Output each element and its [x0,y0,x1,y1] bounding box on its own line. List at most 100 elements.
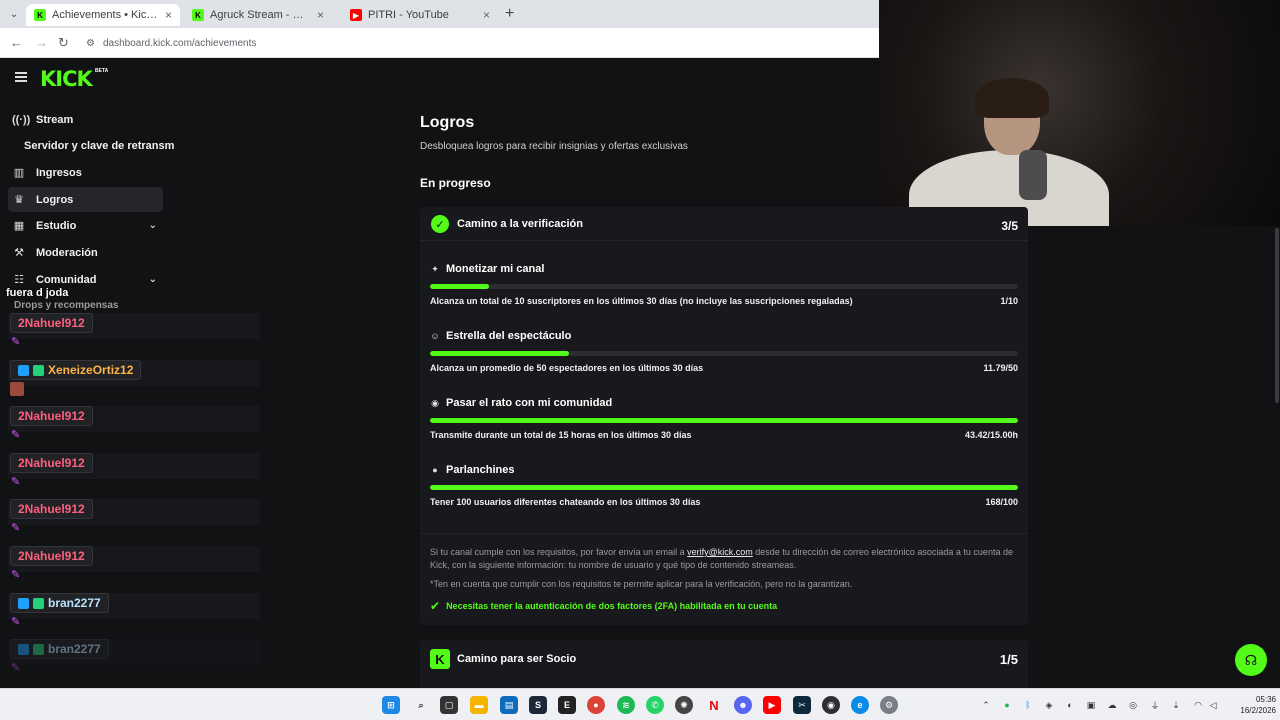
volume-icon[interactable]: ◁ [1207,699,1219,711]
file-explorer-icon[interactable]: ▬ [470,696,488,714]
chat-bubble-icon: ● [432,465,438,475]
tray-app-icon[interactable]: ● [1001,699,1013,711]
epic-games-icon[interactable]: E [558,696,576,714]
verified-badge-icon: ✓ [431,215,449,233]
chatgpt-icon[interactable]: ✺ [675,696,693,714]
tray-app-icon[interactable]: ▣ [1085,699,1097,711]
kick-header: KICK BETA [0,58,879,100]
community-icon: ☷ [14,274,24,286]
goal-progress-fill [430,485,1018,490]
verification-note: *Ten en cuenta que cumplir con los requi… [430,579,853,589]
close-tab-icon[interactable]: × [483,8,490,22]
goal-progress-fill [430,351,569,356]
goal-progress-track [430,418,1018,423]
close-tab-icon[interactable]: × [317,8,324,22]
tray-app-icon[interactable]: ◎ [1127,699,1139,711]
browser-tab-strip: ⌄ K Achievements • Kick Dashboard × K Ag… [0,0,879,28]
windows-taskbar: ⊞ ⌕ ▢ ▬ ▤ S E ● ≋ ✆ ✺ N ☻ ▶ ✂ ◉ e ⚙ ⌃ ● … [0,688,1280,720]
sidebar-item-stream[interactable]: ((·)) Stream [8,107,163,132]
partner-card-title: Camino para ser Socio [457,653,577,665]
goal-spectators: ☺ Estrella del espectáculo Alcanza un pro… [430,330,1018,373]
netflix-icon[interactable]: N [705,696,723,714]
discord-icon[interactable]: ☻ [734,696,752,714]
verification-card-title: Camino a la verificación [457,218,583,230]
chat-username: XeneizeOrtiz12 [10,360,142,380]
bluetooth-icon[interactable]: ᛒ [1022,699,1034,711]
verification-card-header[interactable]: ✓ Camino a la verificación 3/5 [420,207,1028,241]
partner-card-progress: 1/5 [999,652,1018,667]
wrench-icon: ⚒ [14,247,24,259]
tab-agruck-stream[interactable]: K Agruck Stream - Watch Live on × [184,4,332,26]
spotify-icon[interactable]: ≋ [617,696,635,714]
steam-icon[interactable]: S [529,696,547,714]
wifi-icon[interactable]: ◠ [1192,699,1204,711]
kick-logo[interactable]: KICK [40,67,93,91]
chat-overlay-title: fuera d joda [6,287,69,299]
settings-icon[interactable]: ⚙ [880,696,898,714]
goal-progress-track [430,351,1018,356]
goal-value: 168/100 [985,497,1018,507]
obs-icon[interactable]: ◉ [822,696,840,714]
viewers-icon: ☺ [430,331,440,341]
tray-app-icon[interactable]: ◈ [1043,699,1055,711]
emote-icon [10,382,24,396]
new-tab-button[interactable]: + [505,5,514,23]
scrollbar[interactable] [1275,228,1279,403]
edge-icon[interactable]: e [851,696,869,714]
tab-achievements[interactable]: K Achievements • Kick Dashboard × [26,4,180,26]
site-info-icon[interactable]: ⚙ [86,38,95,49]
menu-icon[interactable] [15,72,27,82]
sidebar-item-logros[interactable]: ♛ Logros [8,187,163,212]
windows-start-icon[interactable]: ⊞ [382,696,400,714]
beta-label: BETA [95,68,109,74]
support-chat-button[interactable]: ☊ [1235,644,1267,676]
goal-progress-track [430,284,1018,289]
chat-username: bran2277 [10,639,109,659]
tray-app-icon[interactable]: ☁ [1106,699,1118,711]
chevron-down-icon: ⌄ [148,220,157,231]
goal-monetize: ✦ Monetizar mi canal Alcanza un total de … [430,263,1018,306]
url-field[interactable]: ⚙ dashboard.kick.com/achievements [86,34,856,52]
page-subtitle: Desbloquea logros para recibir insignias… [420,141,688,152]
kick-favicon-icon: K [192,9,204,21]
goal-progress-fill [430,284,489,289]
goal-progress-track [430,485,1018,490]
verification-card-progress: 3/5 [1001,219,1018,233]
broadcast-icon: ◉ [431,397,439,408]
forward-icon[interactable]: → [35,35,48,50]
sidebar-item-server-key[interactable]: Servidor y clave de retransm [24,140,174,152]
sidebar-item-estudio[interactable]: ▦ Estudio ⌄ [8,213,163,238]
sidebar-item-ingresos[interactable]: ▥ Ingresos [8,160,163,185]
tray-app-icon[interactable]: ◐ [1064,699,1076,711]
goal-value: 43.42/15.00h [964,430,1018,440]
reload-icon[interactable]: ↻ [58,35,69,51]
section-title-in-progress: En progreso [420,176,491,190]
back-icon[interactable]: ← [10,35,23,50]
store-icon[interactable]: ▤ [500,696,518,714]
tab-youtube[interactable]: ▶ PITRI - YouTube × [342,4,498,26]
tab-search-icon[interactable]: ⌄ [6,6,22,22]
requirement-2fa: ✔ Necesitas tener la autenticación de do… [430,599,778,613]
webcam-overlay [879,0,1280,226]
close-tab-icon[interactable]: × [165,8,172,22]
badge-icon [18,597,29,609]
search-icon[interactable]: ⌕ [412,696,430,714]
chrome-icon[interactable]: ● [587,696,605,714]
task-view-icon[interactable]: ▢ [440,696,458,714]
youtube-favicon-icon: ▶ [350,9,362,21]
system-clock[interactable]: 05:36 16/2/2026 [1228,694,1276,716]
sidebar-item-moderacion[interactable]: ⚒ Moderación [8,240,163,265]
chevron-up-icon[interactable]: ⌃ [980,699,992,711]
goal-value: 11.79/50 [983,363,1018,373]
badge-icon [18,364,29,376]
tray-app-icon[interactable]: ⇣ [1170,699,1182,711]
chat-username: 2Nahuel912 [10,499,93,519]
partner-card[interactable]: K Camino para ser Socio 1/5 [420,640,1028,688]
usb-icon[interactable]: ⏚ [1149,699,1161,711]
verify-email-link[interactable]: verify@kick.com [687,547,753,557]
capcut-icon[interactable]: ✂ [793,696,811,714]
whatsapp-icon[interactable]: ✆ [646,696,664,714]
sidebar-item-drops[interactable]: Drops y recompensas [14,300,119,311]
emote-icon: ✎ [11,569,21,581]
youtube-icon[interactable]: ▶ [763,696,781,714]
